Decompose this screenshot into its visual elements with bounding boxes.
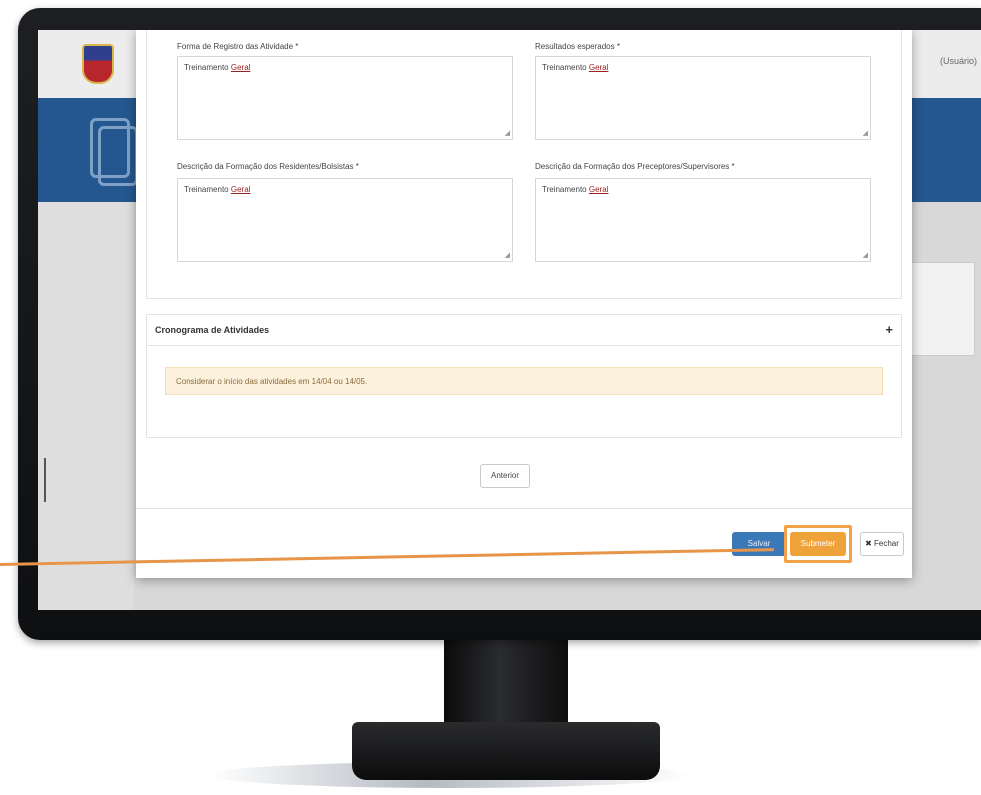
close-button[interactable]: ✖ Fechar	[860, 532, 904, 556]
field-label: Resultados esperados *	[535, 42, 620, 51]
field-value-link: Geral	[230, 185, 251, 194]
user-menu[interactable]: (Usuário)	[940, 56, 977, 66]
save-button[interactable]: Salvar	[732, 532, 786, 556]
sidebar-active-indicator	[44, 458, 46, 502]
field-value-link: Geral	[230, 63, 251, 72]
close-button-label: Fechar	[874, 539, 899, 548]
field-value-link: Geral	[588, 63, 609, 72]
fields-panel: Forma de Registro das Atividade * Treina…	[146, 30, 902, 299]
field-label: Descrição da Formação dos Preceptores/Su…	[535, 162, 735, 171]
field-label: Forma de Registro das Atividade *	[177, 42, 299, 51]
cronograma-alert: Considerar o início das atividades em 14…	[165, 367, 883, 395]
monitor-stand-base	[352, 722, 660, 780]
monitor-stand-neck	[444, 640, 568, 728]
cronograma-header[interactable]: Cronograma de Atividades +	[147, 315, 901, 346]
resize-handle-icon[interactable]: ◢	[505, 129, 510, 137]
app-sidebar	[38, 202, 134, 610]
resize-handle-icon[interactable]: ◢	[863, 129, 868, 137]
cronograma-title: Cronograma de Atividades	[155, 325, 270, 335]
formacao-preceptores-textarea[interactable]: Treinamento Geral ◢	[535, 178, 871, 262]
formacao-residentes-textarea[interactable]: Treinamento Geral ◢	[177, 178, 513, 262]
modal-footer-divider	[136, 508, 912, 509]
registro-atividade-textarea[interactable]: Treinamento Geral ◢	[177, 56, 513, 140]
field-value: Treinamento	[184, 63, 229, 72]
field-value: Treinamento	[542, 185, 587, 194]
previous-button[interactable]: Anterior	[480, 464, 530, 488]
expand-icon[interactable]: +	[885, 322, 893, 337]
university-crest-icon	[82, 44, 114, 84]
submit-highlight-frame	[784, 525, 852, 563]
field-label: Descrição da Formação dos Residentes/Bol…	[177, 162, 359, 171]
submit-modal: Forma de Registro das Atividade * Treina…	[136, 30, 912, 578]
monitor-screen: (Usuário) Forma de Registro das Atividad…	[38, 30, 981, 610]
resize-handle-icon[interactable]: ◢	[863, 251, 868, 259]
field-value: Treinamento	[542, 63, 587, 72]
field-value-link: Geral	[588, 185, 609, 194]
close-icon: ✖	[865, 539, 872, 548]
field-value: Treinamento	[184, 185, 229, 194]
resultados-esperados-textarea[interactable]: Treinamento Geral ◢	[535, 56, 871, 140]
banner-logo-icon-shadow	[98, 126, 138, 186]
cronograma-panel: Cronograma de Atividades + Considerar o …	[146, 314, 902, 438]
monitor-frame: (Usuário) Forma de Registro das Atividad…	[18, 8, 981, 640]
resize-handle-icon[interactable]: ◢	[505, 251, 510, 259]
